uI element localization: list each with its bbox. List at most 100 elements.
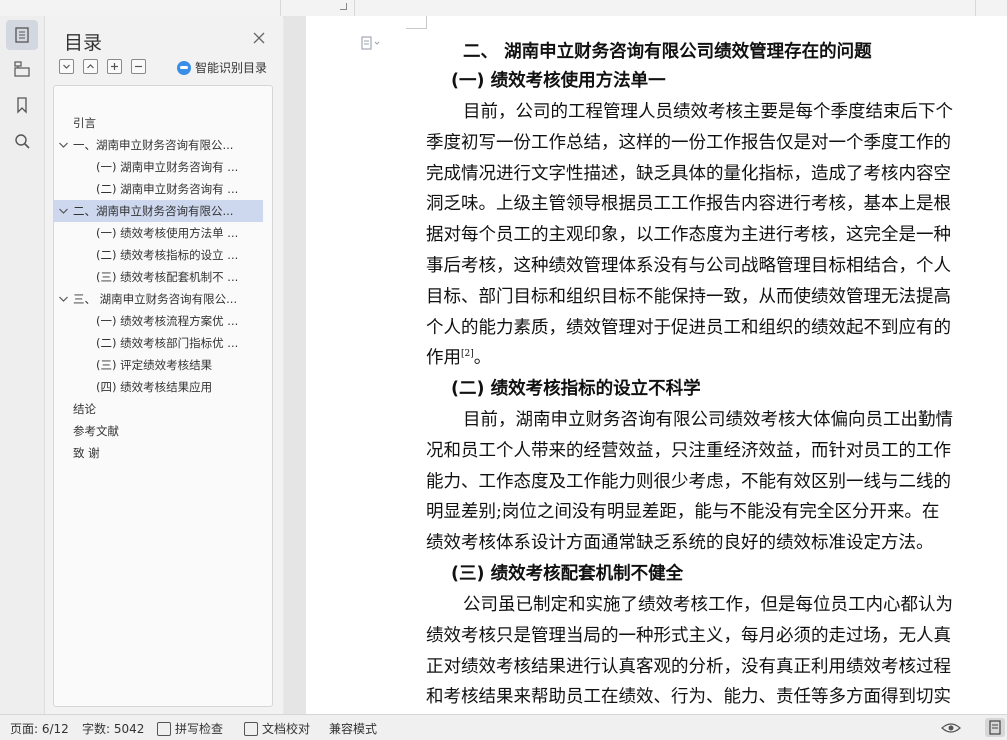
subheading-3: (三) 绩效考核配套机制不健全 <box>451 564 684 584</box>
toc-item[interactable]: (二) 绩效考核部门指标优 ... <box>54 332 263 354</box>
bookmark-panel-button[interactable] <box>6 90 38 120</box>
subheading-1: (一) 绩效考核使用方法单一 <box>451 71 666 91</box>
toc-item[interactable]: 致 谢 <box>54 442 263 464</box>
text-line: 况和员工个人带来的经营效益，只注重经济效益，而针对员工的工作 <box>426 440 951 461</box>
toc-item[interactable]: 参考文献 <box>54 420 263 442</box>
checkbox-icon <box>157 721 171 736</box>
paragraph-1-last-line: 作用[2]。 <box>426 344 491 369</box>
toc-item[interactable]: 引言 <box>54 112 263 134</box>
text-line: 目标、部门目标和组织目标不能保持一致，从而使绩效管理无法提高 <box>426 286 951 307</box>
toc-panel-button[interactable] <box>6 20 38 50</box>
toc-item[interactable]: (二) 绩效考核指标的设立 ... <box>54 244 263 266</box>
search-icon <box>15 134 30 149</box>
text-line: 个人的能力素质，绩效管理对于促进员工和组织的绩效起不到应有的 <box>426 317 951 338</box>
top-ruler-strip <box>0 0 1007 17</box>
toc-item-label: 二、湖南申立财务咨询有限公... <box>73 204 234 218</box>
toc-item[interactable]: (三) 绩效考核配套机制不 ... <box>54 266 263 288</box>
chevron-down-icon <box>63 64 70 69</box>
text-line: 完成情况进行文字性描述，缺乏具体的量化指标，造成了考核内容空 <box>426 163 951 184</box>
toc-item-label: 一、湖南申立财务咨询有限公... <box>73 138 234 152</box>
text-line: 目前，公司的工程管理人员绩效考核主要是每个季度结束后下个 <box>463 102 953 122</box>
toc-item-label: 致 谢 <box>73 446 100 460</box>
toc-item[interactable]: 二、湖南申立财务咨询有限公... <box>54 200 263 222</box>
toc-item[interactable]: 三、 湖南申立财务咨询有限公... <box>54 288 263 310</box>
toc-item-label: (三) 评定绩效考核结果 <box>96 358 213 372</box>
page-indicator[interactable]: 页面: 6/12 <box>10 720 69 737</box>
status-bar: 页面: 6/12 字数: 5042 拼写检查 文档校对 兼容模式 <box>0 714 1007 740</box>
section-heading: 二、 湖南申立财务咨询有限公司绩效管理存在的问题 <box>463 42 872 62</box>
toc-item[interactable]: (一) 绩效考核流程方案优 ... <box>54 310 263 332</box>
text-line: 绩效考核只是管理当局的一种形式主义，每月必须的走过场，无人真 <box>426 625 951 646</box>
proofread-icon <box>244 721 258 736</box>
word-count[interactable]: 字数: 5042 <box>82 720 144 737</box>
chevron-down-icon[interactable] <box>58 134 70 156</box>
text-line: 绩效考核体系设计方面通常缺乏系统的良好的绩效标准设定方法。 <box>426 533 934 554</box>
toc-item[interactable]: (一) 湖南申立财务咨询有 ... <box>54 156 263 178</box>
collapse-all-button[interactable] <box>59 59 74 74</box>
eye-icon[interactable] <box>941 721 961 735</box>
subheading-2: (二) 绩效考核指标的设立不科学 <box>451 379 701 399</box>
remove-heading-button[interactable] <box>131 59 146 74</box>
toc-item[interactable]: 结论 <box>54 398 263 420</box>
text-line: 明显差别;岗位之间没有明显差距，能与不能没有完全区分开来。在 <box>426 502 940 523</box>
page-view-icon <box>989 720 1001 735</box>
compat-mode-label: 兼容模式 <box>329 722 378 736</box>
toc-item-label: (四) 绩效考核结果应用 <box>96 380 213 394</box>
spell-check-button[interactable]: 拼写检查 <box>157 720 223 737</box>
plus-icon <box>111 63 118 70</box>
toc-item-label: 结论 <box>73 402 96 416</box>
smart-toc-icon <box>177 60 191 75</box>
toc-item-label: (一) 湖南申立财务咨询有 ... <box>96 160 239 174</box>
expand-all-button[interactable] <box>83 59 98 74</box>
ruler-corner-mark <box>340 3 347 10</box>
text-line: 季度初写一份工作总结，这样的一份工作报告仅是对一个季度工作的 <box>426 132 951 153</box>
text-line: 事后考核，这种绩效管理体系没有与公司战略管理目标相结合，个人 <box>426 256 951 276</box>
citation-ref[interactable]: [2] <box>461 349 474 359</box>
toc-item[interactable]: (二) 湖南申立财务咨询有 ... <box>54 178 263 200</box>
toc-panel: 目录 智能识别目录 引言 一、湖南申立财务咨询有限公... (一) 湖南申立财务咨询… <box>45 16 283 714</box>
toc-item-label: 引言 <box>73 116 96 130</box>
text-line: 公司虽已制定和实施了绩效考核工作，但是每位员工内心都认为 <box>463 595 953 615</box>
search-panel-button[interactable] <box>6 126 38 156</box>
toc-tree: 引言一、湖南申立财务咨询有限公... (一) 湖南申立财务咨询有 ... (二) 湖… <box>53 85 273 707</box>
smart-toc-label: 智能识别目录 <box>195 61 268 75</box>
smart-toc-button[interactable]: 智能识别目录 <box>177 59 267 76</box>
document-area: 二、 湖南申立财务咨询有限公司绩效管理存在的问题 (一) 绩效考核使用方法单一 … <box>284 16 1007 714</box>
text-line: 正对绩效考核结果进行认真客观的分析，没有真正利用绩效考核过程 <box>426 656 951 677</box>
p1-end: 。 <box>473 348 492 368</box>
outline-tree-icon <box>14 61 30 77</box>
chevron-up-icon <box>87 64 94 69</box>
toc-item-label: 三、 湖南申立财务咨询有限公... <box>73 292 238 306</box>
ruler-divider <box>975 0 976 16</box>
toc-item[interactable]: 一、湖南申立财务咨询有限公... <box>54 134 263 156</box>
toc-item-label: (二) 湖南申立财务咨询有 ... <box>96 182 239 196</box>
margin-corner-mark <box>406 16 427 29</box>
minus-icon <box>135 65 142 68</box>
doc-proofread-button[interactable]: 文档校对 <box>244 720 310 737</box>
paragraph-menu-icon[interactable] <box>361 36 383 50</box>
toc-item[interactable]: (一) 绩效考核使用方法单 ... <box>54 222 263 244</box>
text-line: 能力、工作态度及工作能力则很少考虑，不能有效区别一线与二线的 <box>426 471 951 492</box>
text-line: 目前，湖南申立财务咨询有限公司绩效考核大体偏向员工出勤情 <box>463 410 953 430</box>
sidebar-icon-rail <box>0 16 45 714</box>
toc-item[interactable]: (三) 评定绩效考核结果 <box>54 354 263 376</box>
proofread-label: 文档校对 <box>262 722 311 736</box>
spell-check-label: 拼写检查 <box>175 722 224 736</box>
chevron-down-icon[interactable] <box>58 200 70 222</box>
bookmark-icon <box>17 97 27 114</box>
chevron-down-icon[interactable] <box>58 288 70 310</box>
chapter-panel-button[interactable] <box>6 54 38 84</box>
ruler-divider <box>280 0 281 16</box>
toc-item-label: (二) 绩效考核指标的设立 ... <box>96 248 239 262</box>
page-view-button[interactable] <box>985 718 1005 737</box>
toc-item[interactable]: (四) 绩效考核结果应用 <box>54 376 263 398</box>
close-icon[interactable] <box>251 30 267 46</box>
toc-item-label: (三) 绩效考核配套机制不 ... <box>96 270 239 284</box>
text-line: 洞乏味。上级主管领导根据员工工作报告内容进行考核，基本上是根 <box>426 194 951 215</box>
add-heading-button[interactable] <box>107 59 122 74</box>
toc-item-label: (二) 绩效考核部门指标优 ... <box>96 336 239 350</box>
text-line: 据对每个员工的主观印象，以工作态度为主进行考核，这完全是一种 <box>426 225 951 246</box>
document-page[interactable]: 二、 湖南申立财务咨询有限公司绩效管理存在的问题 (一) 绩效考核使用方法单一 … <box>306 16 1007 714</box>
ruler-divider <box>354 0 355 16</box>
toc-item-label: 参考文献 <box>73 424 119 438</box>
